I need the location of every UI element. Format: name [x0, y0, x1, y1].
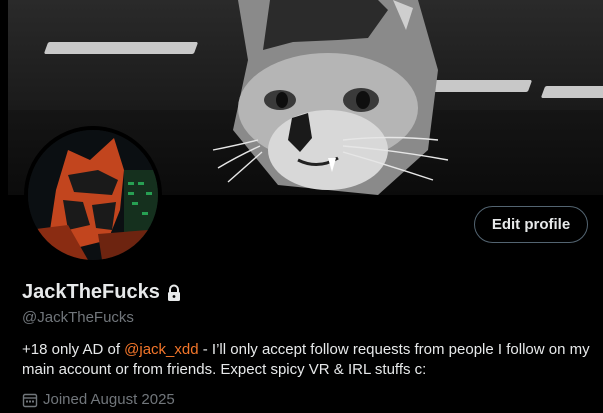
bio-prefix: +18 only AD of — [22, 341, 125, 358]
bio-mention-link[interactable]: @jack_xdd — [124, 341, 198, 358]
lock-icon — [166, 284, 182, 302]
joined-date: Joined August 2025 — [43, 391, 175, 408]
bio: +18 only AD of @jack_xdd - I’ll only acc… — [22, 340, 597, 380]
calendar-icon — [22, 392, 38, 408]
avatar[interactable] — [24, 126, 162, 264]
avatar-image — [28, 130, 158, 260]
edit-profile-button[interactable]: Edit profile — [474, 206, 588, 243]
name-row: JackTheFucks — [22, 281, 182, 304]
joined-row: Joined August 2025 — [22, 391, 175, 408]
display-name: JackTheFucks — [22, 281, 160, 303]
handle: @JackTheFucks — [22, 309, 134, 326]
